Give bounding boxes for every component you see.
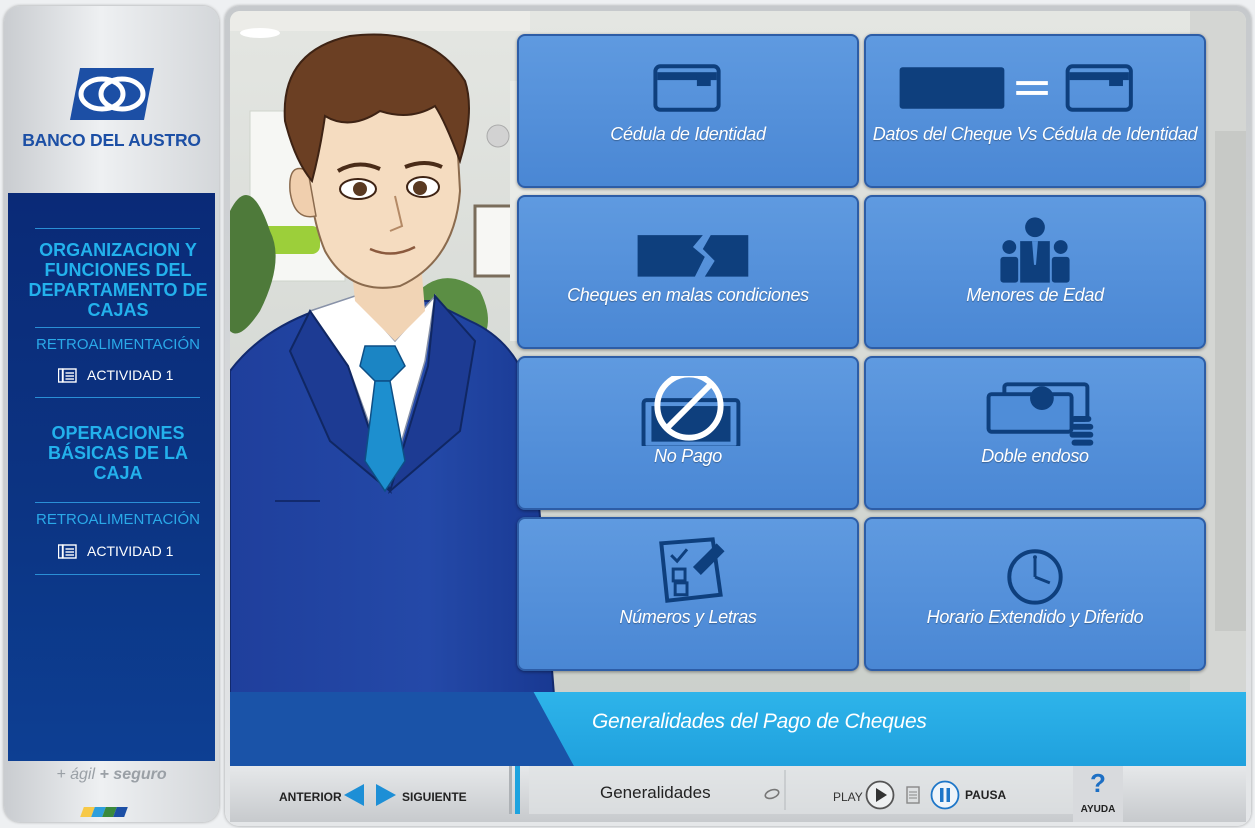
menu-divider <box>35 397 200 398</box>
menu-divider <box>35 327 200 328</box>
pause-icon[interactable] <box>930 780 960 810</box>
tile-datos-cheque-vs-cedula[interactable]: Datos del Cheque Vs Cédula de Identidad <box>864 34 1206 188</box>
scene: Generalidades del Pago de Cheques Cédula… <box>230 11 1246 766</box>
arrow-left-icon[interactable] <box>342 783 366 807</box>
activity-label: ACTIVIDAD 1 <box>87 367 174 383</box>
clock-icon <box>1007 549 1063 605</box>
tile-menores-de-edad[interactable]: Menores de Edad <box>864 195 1206 349</box>
main-panel: Generalidades del Pago de Cheques Cédula… <box>225 6 1251 826</box>
flag-stripes <box>80 807 128 817</box>
tile-horario-extendido[interactable]: Horario Extendido y Diferido <box>864 517 1206 671</box>
menu-section-operaciones[interactable]: OPERACIONES BÁSICAS DE LA CAJA <box>28 423 208 483</box>
tile-label: Horario Extendido y Diferido <box>926 607 1144 627</box>
cheque-equals-id-icon <box>899 64 1133 112</box>
tagline-bold: + seguro <box>99 766 167 783</box>
topic-band-accent <box>230 692 575 766</box>
torn-cheque-icon <box>637 235 749 277</box>
list-icon[interactable] <box>906 786 920 804</box>
tile-doble-endoso[interactable]: Doble endoso <box>864 356 1206 510</box>
bank-logo-icon <box>70 68 154 120</box>
play-label[interactable]: PLAY <box>833 790 863 804</box>
no-payment-icon <box>641 376 741 446</box>
menu-divider <box>35 228 200 229</box>
tile-label: Datos del Cheque Vs Cédula de Identidad <box>872 124 1198 144</box>
group-people-icon <box>1000 217 1070 283</box>
sidebar: BANCO DEL AUSTRO ORGANIZACION Y FUNCIONE… <box>4 6 219 822</box>
document-icon <box>58 367 77 383</box>
tile-label: Menores de Edad <box>966 285 1104 305</box>
arrow-right-icon[interactable] <box>374 783 398 807</box>
id-card-icon <box>653 64 721 112</box>
topic-title: Generalidades del Pago de Cheques <box>592 710 927 733</box>
control-bar: ANTERIOR SIGUIENTE Generalidades PLAY PA… <box>230 766 1246 822</box>
tile-cheques-malas-condiciones[interactable]: Cheques en malas condiciones <box>517 195 859 349</box>
help-icon[interactable]: ? <box>1073 768 1123 799</box>
link-icon[interactable] <box>764 788 780 800</box>
menu-divider <box>35 574 200 575</box>
tile-label: Doble endoso <box>981 446 1089 466</box>
activity-label: ACTIVIDAD 1 <box>87 543 174 559</box>
menu-section-organizacion[interactable]: ORGANIZACION Y FUNCIONES DEL DEPARTAMENT… <box>28 240 208 320</box>
help-label[interactable]: AYUDA <box>1073 804 1123 815</box>
tile-label: No Pago <box>654 446 722 466</box>
tile-label: Números y Letras <box>619 607 757 627</box>
tile-cedula-identidad[interactable]: Cédula de Identidad <box>517 34 859 188</box>
tile-numeros-y-letras[interactable]: Números y Letras <box>517 517 859 671</box>
menu-activity-link[interactable]: ACTIVIDAD 1 <box>58 542 173 560</box>
tile-no-pago[interactable]: No Pago <box>517 356 859 510</box>
money-stack-icon <box>986 382 1094 446</box>
brand-name: BANCO DEL AUSTRO <box>22 130 201 150</box>
menu-activity-link[interactable]: ACTIVIDAD 1 <box>58 366 173 384</box>
tile-label: Cheques en malas condiciones <box>567 285 809 305</box>
section-name: Generalidades <box>600 783 711 802</box>
menu-feedback-link[interactable]: RETROALIMENTACIÓN <box>28 336 208 353</box>
tagline: + ágil + seguro <box>4 766 219 784</box>
siguiente-label[interactable]: SIGUIENTE <box>402 790 467 804</box>
play-icon[interactable] <box>865 780 895 810</box>
logo-area: BANCO DEL AUSTRO <box>4 6 219 193</box>
pausa-label[interactable]: PAUSA <box>965 788 1006 802</box>
menu-divider <box>35 502 200 503</box>
menu-feedback-link[interactable]: RETROALIMENTACIÓN <box>28 511 208 528</box>
course-menu: ORGANIZACION Y FUNCIONES DEL DEPARTAMENT… <box>8 193 215 761</box>
checklist-icon <box>659 537 725 603</box>
tile-label: Cédula de Identidad <box>610 124 766 144</box>
anterior-label[interactable]: ANTERIOR <box>279 790 342 804</box>
tagline-light: + ágil <box>56 766 96 783</box>
document-icon <box>58 543 77 559</box>
